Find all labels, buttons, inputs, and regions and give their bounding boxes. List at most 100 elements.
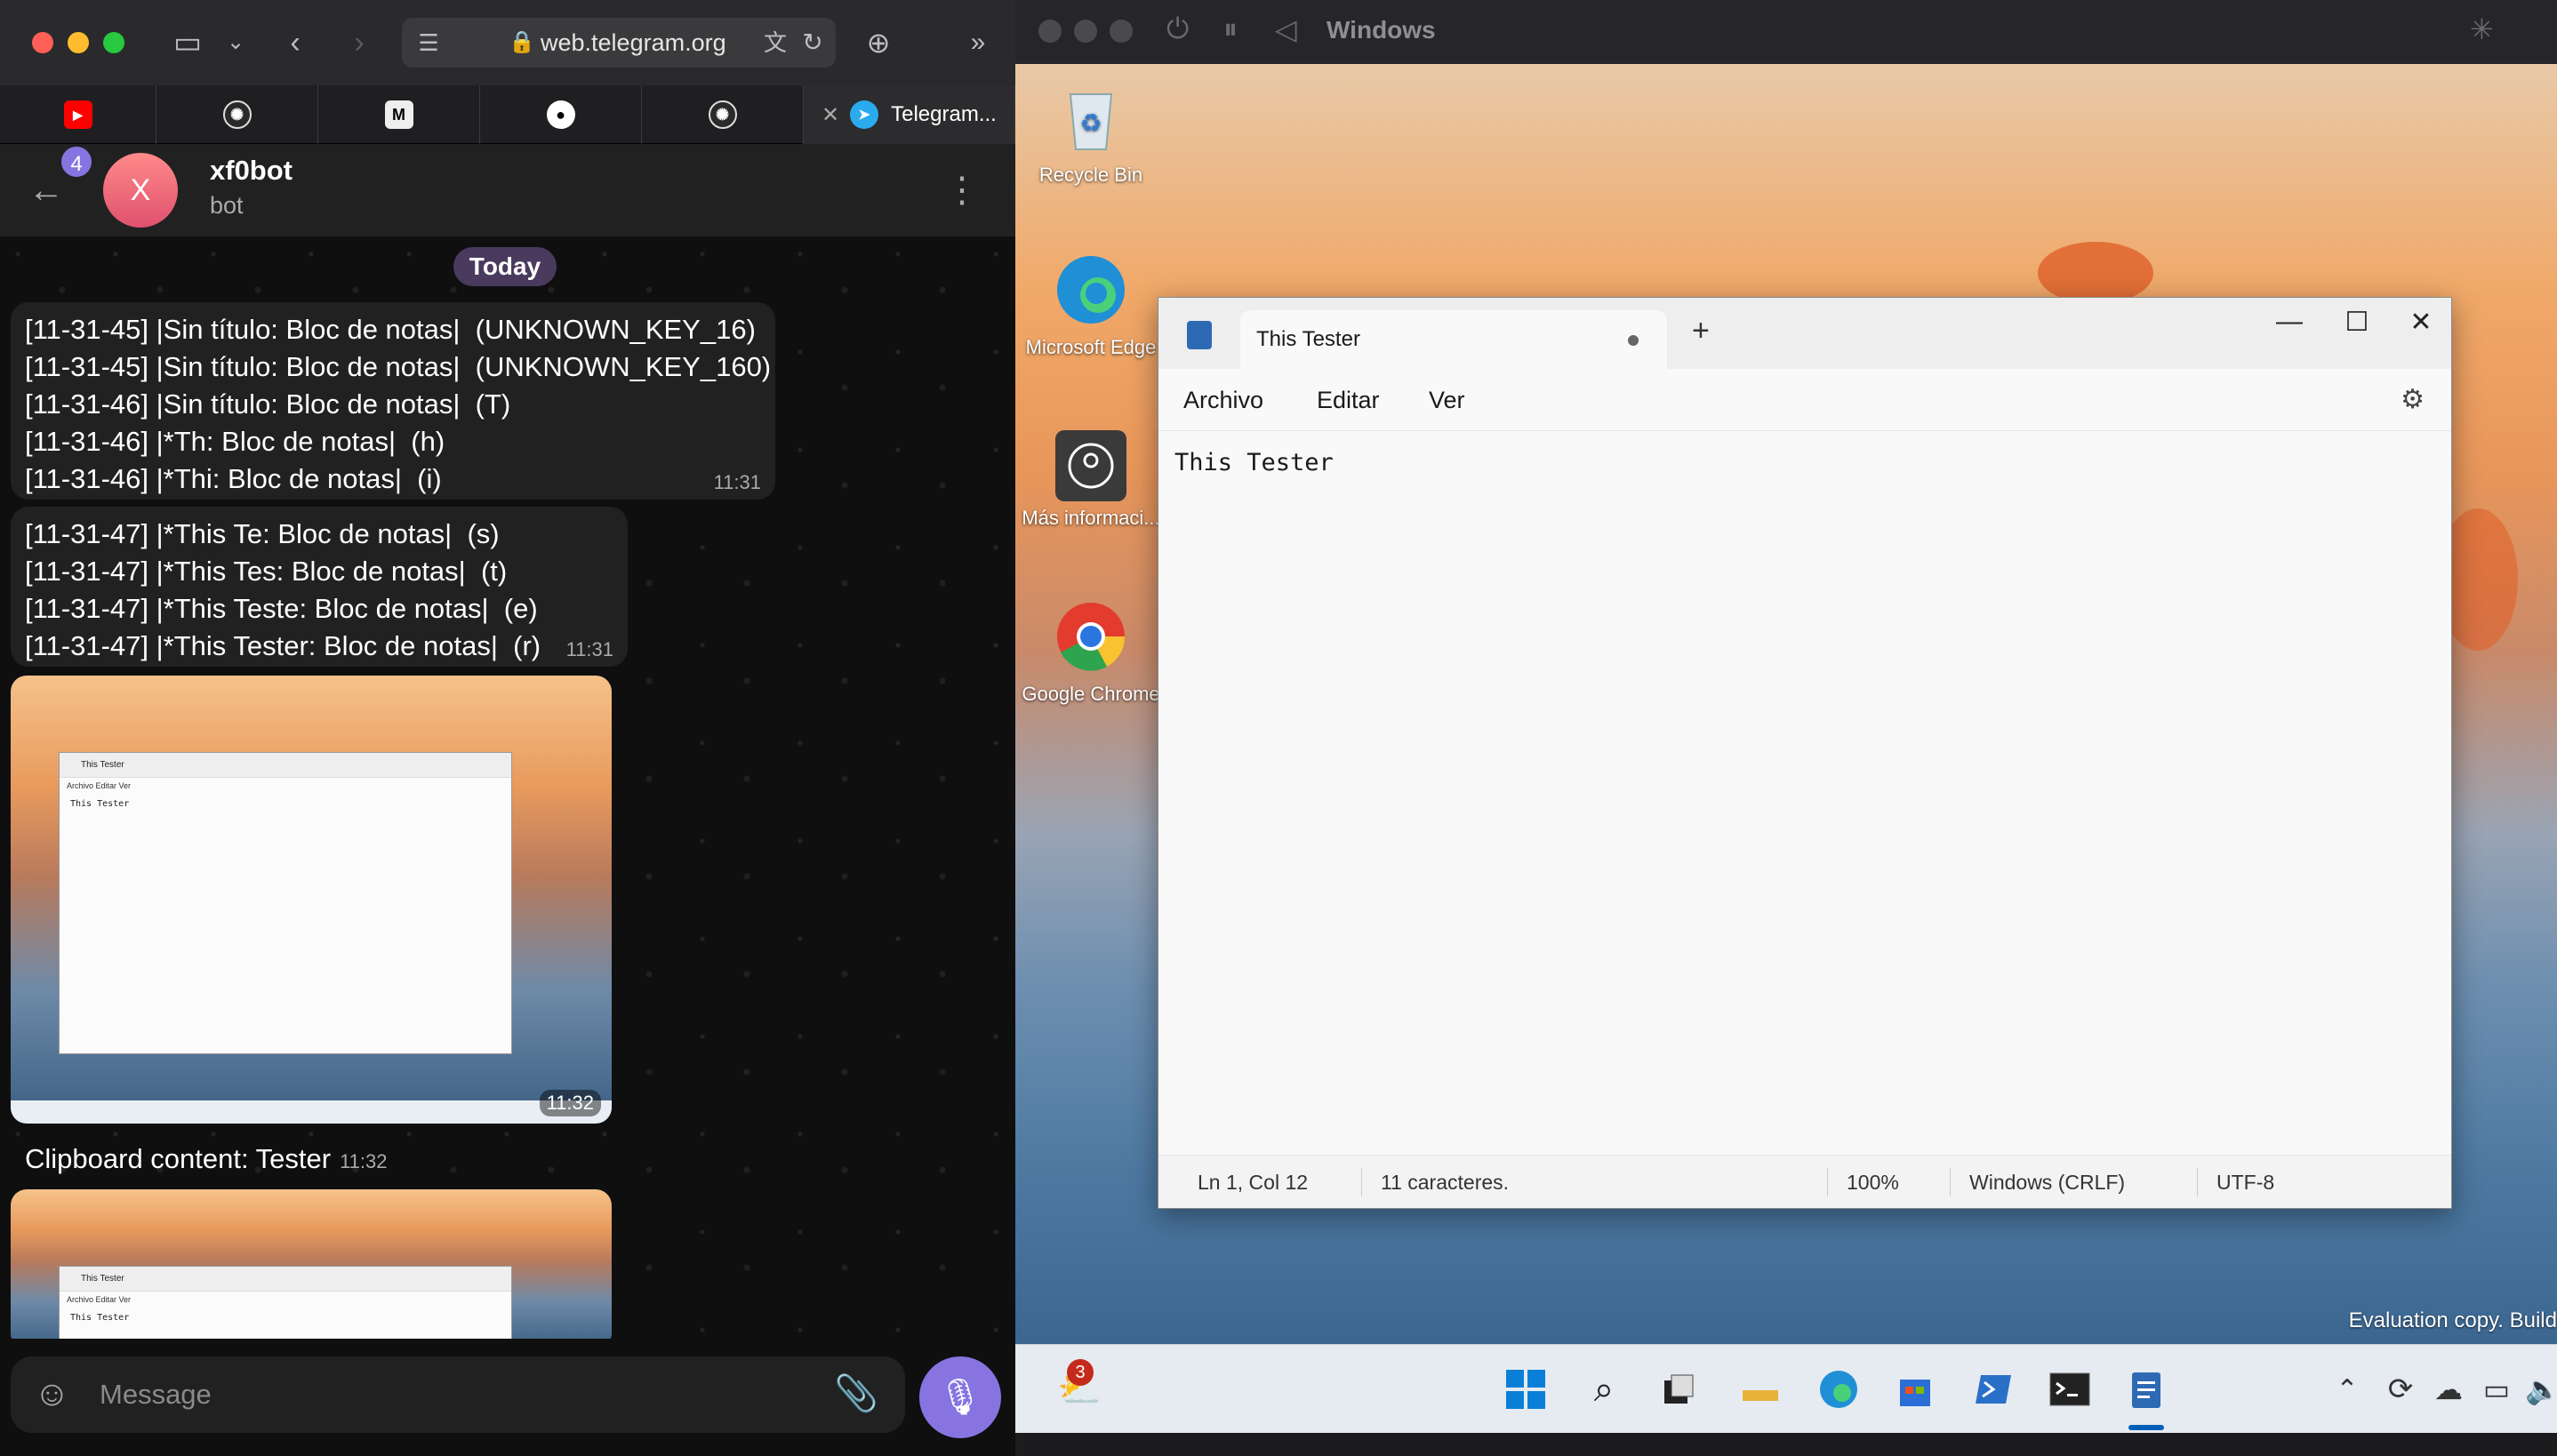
tab-chatgpt[interactable]: ✺ [156, 85, 318, 144]
notepad-titlebar: This Tester + — ☐ ✕ [1158, 298, 2451, 369]
message-line: [11-31-47] |*This Tes: Bloc de notas| (t… [25, 556, 508, 587]
back-button[interactable]: ‹ [277, 21, 313, 64]
file-explorer-icon[interactable]: ▬ [1735, 1364, 1785, 1414]
minimize-window-button[interactable] [68, 32, 89, 53]
photo-text: This Tester [70, 799, 130, 809]
vm-zoom-button[interactable] [1110, 20, 1133, 43]
network-icon[interactable]: ▭ [2472, 1364, 2521, 1414]
powershell-icon[interactable] [1968, 1364, 2018, 1414]
notepad-editor[interactable]: This Tester [1174, 449, 1334, 476]
tab-youtube[interactable]: ▶ [0, 85, 156, 144]
desktop-icon-label: Más informaci... [1022, 507, 1160, 529]
close-window-button[interactable] [32, 32, 53, 53]
message-input[interactable] [100, 1356, 811, 1433]
menu-archivo[interactable]: Archivo [1183, 369, 1263, 431]
message-line: [11-31-47] |*This Teste: Bloc de notas| … [25, 593, 538, 624]
message-input-box[interactable]: ☺ 📎 [11, 1356, 905, 1433]
date-separator: Today [453, 247, 557, 286]
pause-icon[interactable]: ⏸ [1223, 12, 1238, 46]
openai-icon: ✺ [222, 100, 252, 129]
new-tab-button[interactable]: + [1692, 314, 1710, 348]
forward-button[interactable]: › [341, 21, 377, 64]
desktop-icon-label: Google Chrome [1022, 683, 1160, 705]
notepad-window: This Tester + — ☐ ✕ Archivo Editar Ver ⚙… [1158, 297, 2452, 1209]
message-line: [11-31-46] |Sin título: Bloc de notas| (… [25, 388, 511, 420]
zoom-level: 100% [1847, 1171, 1899, 1194]
photo-window-title: This Tester [60, 753, 511, 778]
tab-chatgpt-2[interactable]: ✺ [642, 85, 804, 144]
edge-taskbar-icon[interactable] [1814, 1364, 1864, 1414]
notepad-statusbar: Ln 1, Col 12 11 caracteres. 100% Windows… [1158, 1155, 2451, 1208]
status-divider [1361, 1168, 1362, 1196]
notepad-tab[interactable]: This Tester [1240, 310, 1667, 369]
maximize-button[interactable]: ☐ [2330, 307, 2384, 338]
cloud-offline-icon[interactable]: ☁ [2424, 1364, 2473, 1414]
vm-close-button[interactable] [1038, 20, 1062, 43]
active-app-indicator [2128, 1425, 2164, 1430]
clipboard-message[interactable]: Clipboard content: Tester 11:32 [11, 1134, 402, 1184]
store-icon[interactable] [1890, 1364, 1940, 1414]
close-button[interactable]: ✕ [2394, 307, 2448, 338]
chevron-up-icon[interactable]: ⌃ [2322, 1364, 2372, 1414]
chevron-down-icon[interactable]: ⌄ [222, 21, 249, 64]
desktop-icon-recycle-bin[interactable]: ♻ Recycle Bin [1015, 76, 1166, 187]
desktop-icon-edge[interactable]: Microsoft Edge [1015, 249, 1166, 359]
back-icon[interactable]: ◁ [1275, 12, 1297, 46]
desktop[interactable]: ♻ Recycle Bin Microsoft Edge Más informa… [1015, 64, 2557, 1344]
vm-titlebar: ⏻ ⏸ ◁ Windows ✳ [1015, 0, 2557, 64]
downloads-icon[interactable]: ⊕ [857, 21, 900, 64]
search-icon[interactable]: ⌕ [1579, 1364, 1629, 1414]
vm-minimize-button[interactable] [1074, 20, 1097, 43]
gear-icon[interactable]: ⚙ [2401, 369, 2425, 431]
reload-icon[interactable]: ↻ [795, 21, 830, 64]
screenshot-photo[interactable]: This Tester Archivo Editar Ver This Test… [11, 676, 612, 1124]
desktop-icon-info[interactable]: Más informaci... [1015, 430, 1166, 530]
tab-bar: ▶ ✺ M ● ✺ ✕ ➤ Telegram... [0, 85, 1015, 144]
address-bar[interactable]: ☰ 🔒 web.telegram.org 文 ↻ [402, 18, 836, 68]
more-menu-icon[interactable]: ⋮ [944, 169, 980, 212]
menu-editar[interactable]: Editar [1317, 369, 1380, 431]
emoji-icon[interactable]: ☺ [34, 1374, 70, 1414]
encoding: UTF-8 [2216, 1171, 2275, 1194]
message-time: 11:32 [340, 1150, 388, 1172]
status-divider [1950, 1168, 1951, 1196]
chat-title[interactable]: xf0bot [210, 155, 293, 187]
avatar[interactable]: X [103, 153, 178, 228]
volume-icon[interactable]: 🔈 [2518, 1364, 2557, 1414]
task-view-icon[interactable] [1654, 1364, 1703, 1414]
desktop-icon-chrome[interactable]: Google Chrome [1015, 596, 1166, 706]
char-count: 11 caracteres. [1381, 1171, 1510, 1194]
terminal-icon[interactable] [2045, 1364, 2095, 1414]
message-list[interactable]: Today [11-31-45] |Sin título: Bloc de no… [0, 236, 1015, 1339]
sync-icon[interactable]: ⟳ [2376, 1364, 2425, 1414]
unsaved-dot-icon[interactable] [1628, 335, 1639, 346]
notepad-taskbar-icon[interactable] [2121, 1364, 2171, 1414]
minimize-button[interactable]: — [2263, 307, 2316, 337]
power-icon[interactable]: ⏻ [1166, 12, 1189, 46]
start-icon[interactable] [1501, 1364, 1551, 1414]
message-line: [11-31-46] |*Thi: Bloc de notas| (i) [25, 463, 442, 494]
attach-icon[interactable]: 📎 [834, 1372, 878, 1414]
more-tabs-icon[interactable]: » [960, 21, 996, 64]
menu-ver[interactable]: Ver [1429, 369, 1465, 431]
tab-github[interactable]: ● [480, 85, 642, 144]
screenshot-photo[interactable]: This Tester Archivo Editar Ver This Test… [11, 1189, 612, 1339]
message-bubble[interactable]: [11-31-45] |Sin título: Bloc de notas| (… [11, 302, 775, 500]
message-bubble[interactable]: [11-31-47] |*This Te: Bloc de notas| (s)… [11, 507, 628, 667]
sidebar-icon[interactable]: ▭ [167, 21, 208, 64]
vm-title: Windows [1327, 16, 1436, 44]
message-line: [11-31-46] |*Th: Bloc de notas| (h) [25, 426, 445, 457]
tab-telegram[interactable]: ✕ ➤ Telegram... [804, 85, 1015, 144]
url-text: web.telegram.org [541, 29, 726, 56]
github-icon: ● [546, 100, 575, 129]
back-arrow-icon[interactable]: ← [25, 169, 68, 212]
translate-icon[interactable]: 文 [757, 21, 793, 64]
zoom-window-button[interactable] [103, 32, 124, 53]
voice-record-button[interactable]: 🎙 [919, 1356, 1001, 1438]
photo-notepad-window: This Tester Archivo Editar Ver This Test… [59, 752, 512, 1054]
microphone-icon: 🎙 [937, 1378, 983, 1417]
close-tab-icon[interactable]: ✕ [822, 102, 839, 128]
browser-toolbar: ▭ ⌄ ‹ › ☰ 🔒 web.telegram.org 文 ↻ ⊕ » [0, 0, 1015, 85]
tab-medium[interactable]: M [318, 85, 480, 144]
page-menu-icon[interactable]: ☰ [411, 21, 446, 64]
